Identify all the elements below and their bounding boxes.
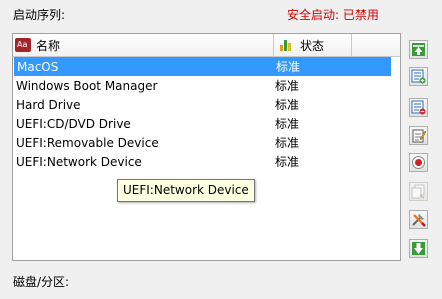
column-header-status[interactable]: 状态 <box>274 34 352 56</box>
boot-entry-name: MacOS <box>17 59 59 74</box>
move-down-icon <box>412 242 425 255</box>
column-name-label: 名称 <box>36 38 61 53</box>
boot-entry-name: UEFI:Network Device <box>16 154 142 169</box>
boot-order-label: 启动序列: <box>13 8 66 22</box>
boot-entry-row[interactable]: UEFI:Network Device 标准 <box>13 152 400 171</box>
copy-entry-icon <box>411 184 425 199</box>
add-entry-icon <box>411 69 426 84</box>
record-icon <box>412 156 425 169</box>
boot-entry-status: 标准 <box>275 98 300 112</box>
add-entry-button[interactable] <box>409 67 428 86</box>
record-button[interactable] <box>409 153 428 172</box>
boot-entry-list[interactable]: 名称 状态 MacOS 标准 Windows Boot Manager 标准 H… <box>12 33 401 261</box>
boot-entry-name: UEFI:Removable Device <box>16 135 159 150</box>
boot-entry-status: 标准 <box>275 117 300 131</box>
tools-icon <box>412 214 426 227</box>
boot-entry-row[interactable]: MacOS 标准 <box>14 57 391 76</box>
disk-partition-label: 磁盘/分区: <box>13 275 70 289</box>
secure-boot-status: 安全启动: 已禁用 <box>287 8 379 22</box>
boot-entry-name: Hard Drive <box>16 97 81 112</box>
move-to-top-button[interactable] <box>409 40 428 59</box>
boot-entry-status: 标准 <box>275 136 300 150</box>
boot-entry-row[interactable]: UEFI:Removable Device 标准 <box>13 133 400 152</box>
boot-entry-row[interactable]: UEFI:CD/DVD Drive 标准 <box>13 114 400 133</box>
delete-entry-icon <box>411 100 426 115</box>
edit-entry-button[interactable] <box>409 126 428 145</box>
edit-entry-icon <box>412 129 426 143</box>
delete-entry-button[interactable] <box>409 98 428 117</box>
column-header-name[interactable]: 名称 <box>13 34 274 56</box>
boot-entry-status: 标准 <box>276 60 301 74</box>
move-down-button[interactable] <box>409 239 428 258</box>
column-status-label: 状态 <box>300 38 325 53</box>
tooltip: UEFI:Network Device <box>117 179 255 202</box>
boot-entry-name: UEFI:CD/DVD Drive <box>16 116 131 131</box>
name-column-icon <box>15 38 31 52</box>
boot-entry-row[interactable]: Hard Drive 标准 <box>13 95 400 114</box>
boot-entry-status: 标准 <box>275 155 300 169</box>
move-to-top-icon <box>412 43 425 56</box>
boot-entry-name: Windows Boot Manager <box>16 78 158 93</box>
copy-entry-button[interactable] <box>409 182 428 201</box>
list-header: 名称 状态 <box>13 34 400 57</box>
bar-chart-icon <box>279 38 295 52</box>
boot-entry-status: 标准 <box>275 79 300 93</box>
boot-entry-row[interactable]: Windows Boot Manager 标准 <box>13 76 400 95</box>
tools-button[interactable] <box>409 210 428 229</box>
